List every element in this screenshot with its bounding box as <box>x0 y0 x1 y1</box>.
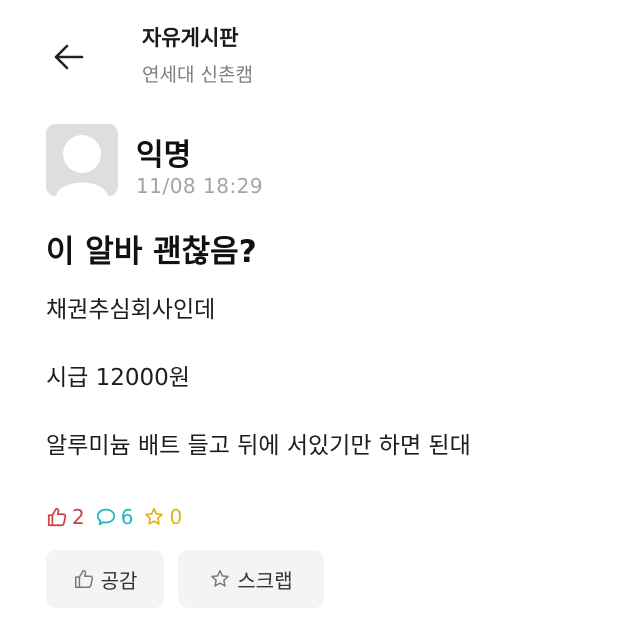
app-header: 자유게시판 연세대 신촌캠 <box>0 0 623 100</box>
star-icon <box>145 507 164 525</box>
scrap-button[interactable]: 스크랩 <box>178 550 324 608</box>
post-body: 채권추심회사인데 시급 12000원 알루미늄 배트 들고 뒤에 서있기만 하면… <box>46 292 606 464</box>
star-icon <box>211 570 230 587</box>
scrap-count: 0 <box>143 505 182 529</box>
arrow-left-icon <box>54 44 84 70</box>
default-profile-icon <box>46 124 118 196</box>
scrap-button-label: 스크랩 <box>237 568 293 593</box>
thumbs-up-icon <box>47 507 67 527</box>
author-info: 익명 11/08 18:29 <box>46 124 546 204</box>
like-count-value: 2 <box>72 505 85 529</box>
scrap-count-value: 0 <box>169 505 183 529</box>
like-button[interactable]: 공감 <box>46 550 164 608</box>
post-body-line: 시급 12000원 <box>46 365 190 391</box>
post-body-line: 알루미늄 배트 들고 뒤에 서있기만 하면 된대 <box>46 433 471 459</box>
like-button-label: 공감 <box>100 568 138 593</box>
post-timestamp: 11/08 18:29 <box>136 174 264 198</box>
avatar <box>46 124 118 196</box>
like-count: 2 <box>46 505 85 529</box>
author-name: 익명 <box>136 138 192 173</box>
board-subtitle: 연세대 신촌캠 <box>142 64 253 86</box>
thumbs-up-icon <box>74 570 93 588</box>
speech-bubble-icon <box>96 508 115 526</box>
board-title: 자유게시판 <box>142 26 239 50</box>
post-body-line: 채권추심회사인데 <box>46 297 216 323</box>
post-stats: 2 6 0 <box>46 505 192 529</box>
back-button[interactable] <box>46 34 92 80</box>
post-title: 이 알바 괜찮음? <box>46 234 257 270</box>
post-actions: 공감 스크랩 <box>46 550 324 608</box>
comment-count-value: 6 <box>120 505 134 529</box>
comment-count: 6 <box>95 505 134 529</box>
